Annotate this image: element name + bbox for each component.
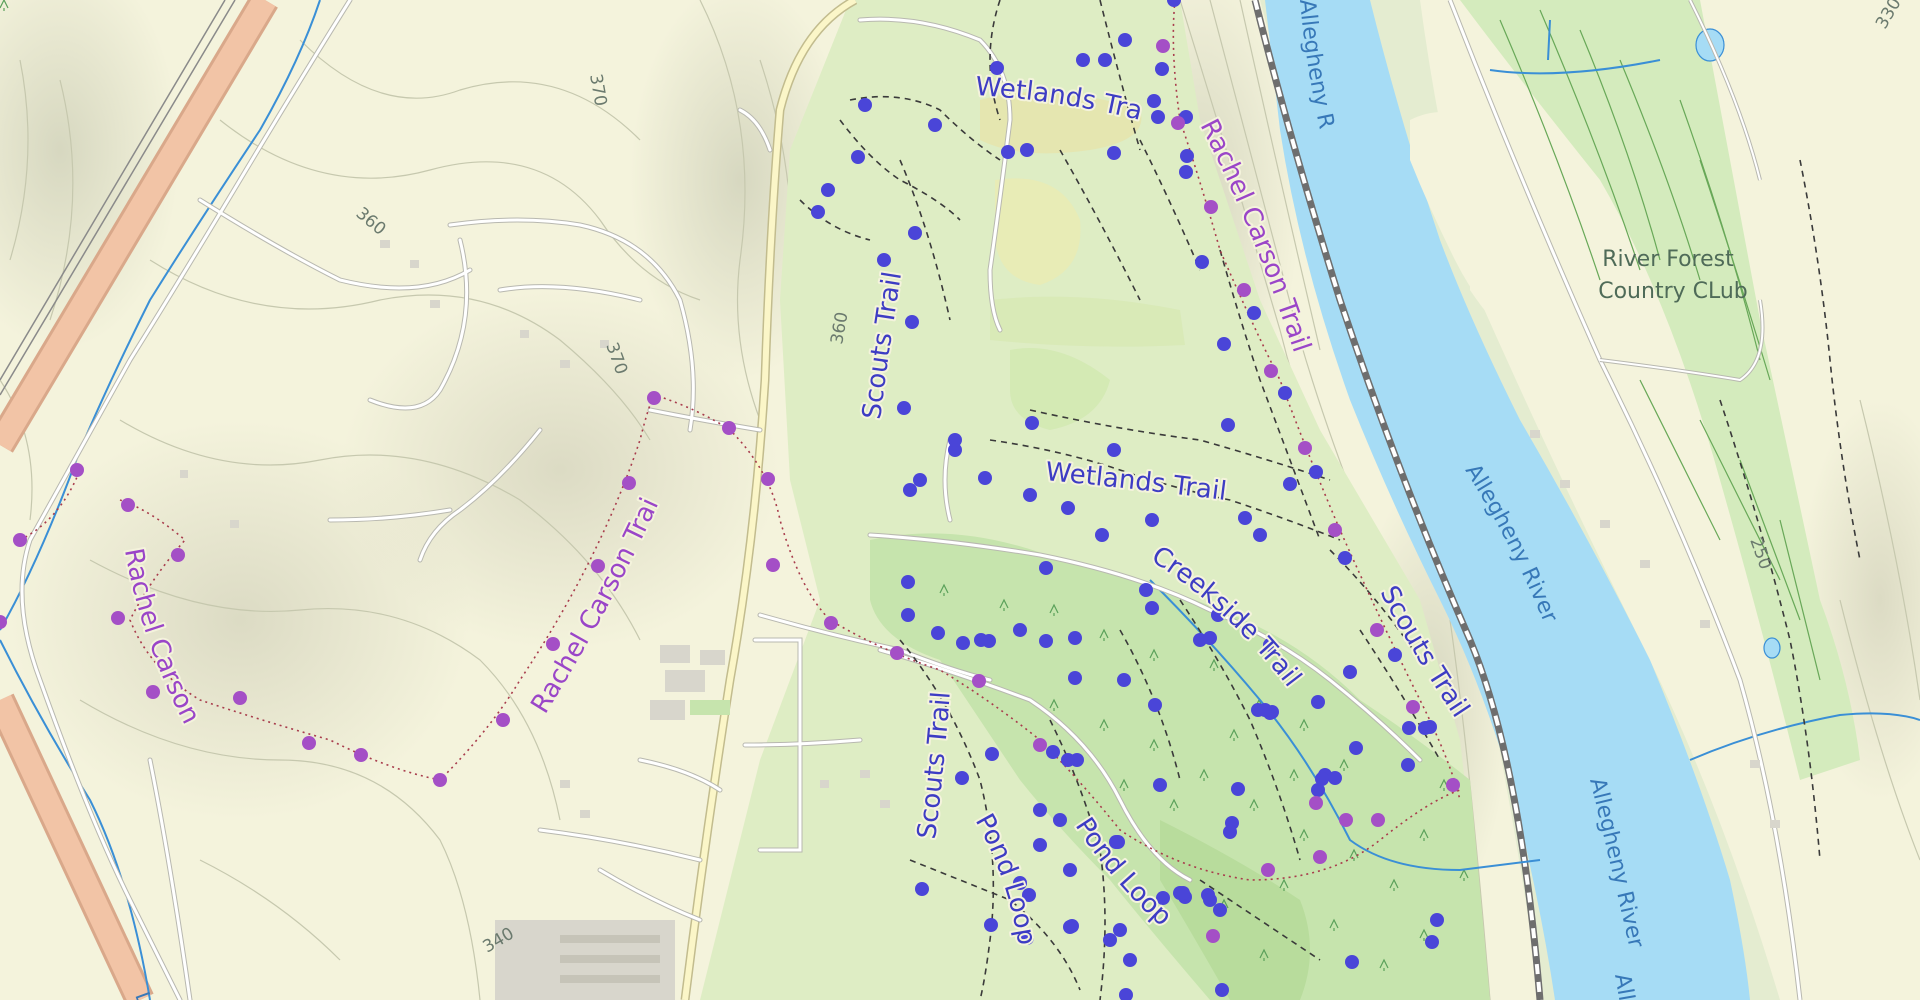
- river-label-edge: All: [1609, 972, 1638, 1000]
- svg-text:River Forest: River Forest: [1602, 247, 1734, 272]
- svg-text:Country CLub: Country CLub: [1598, 279, 1748, 304]
- trail-map[interactable]: 370 360 370 360 340 250 330 Allegheny Ri…: [0, 0, 1920, 1000]
